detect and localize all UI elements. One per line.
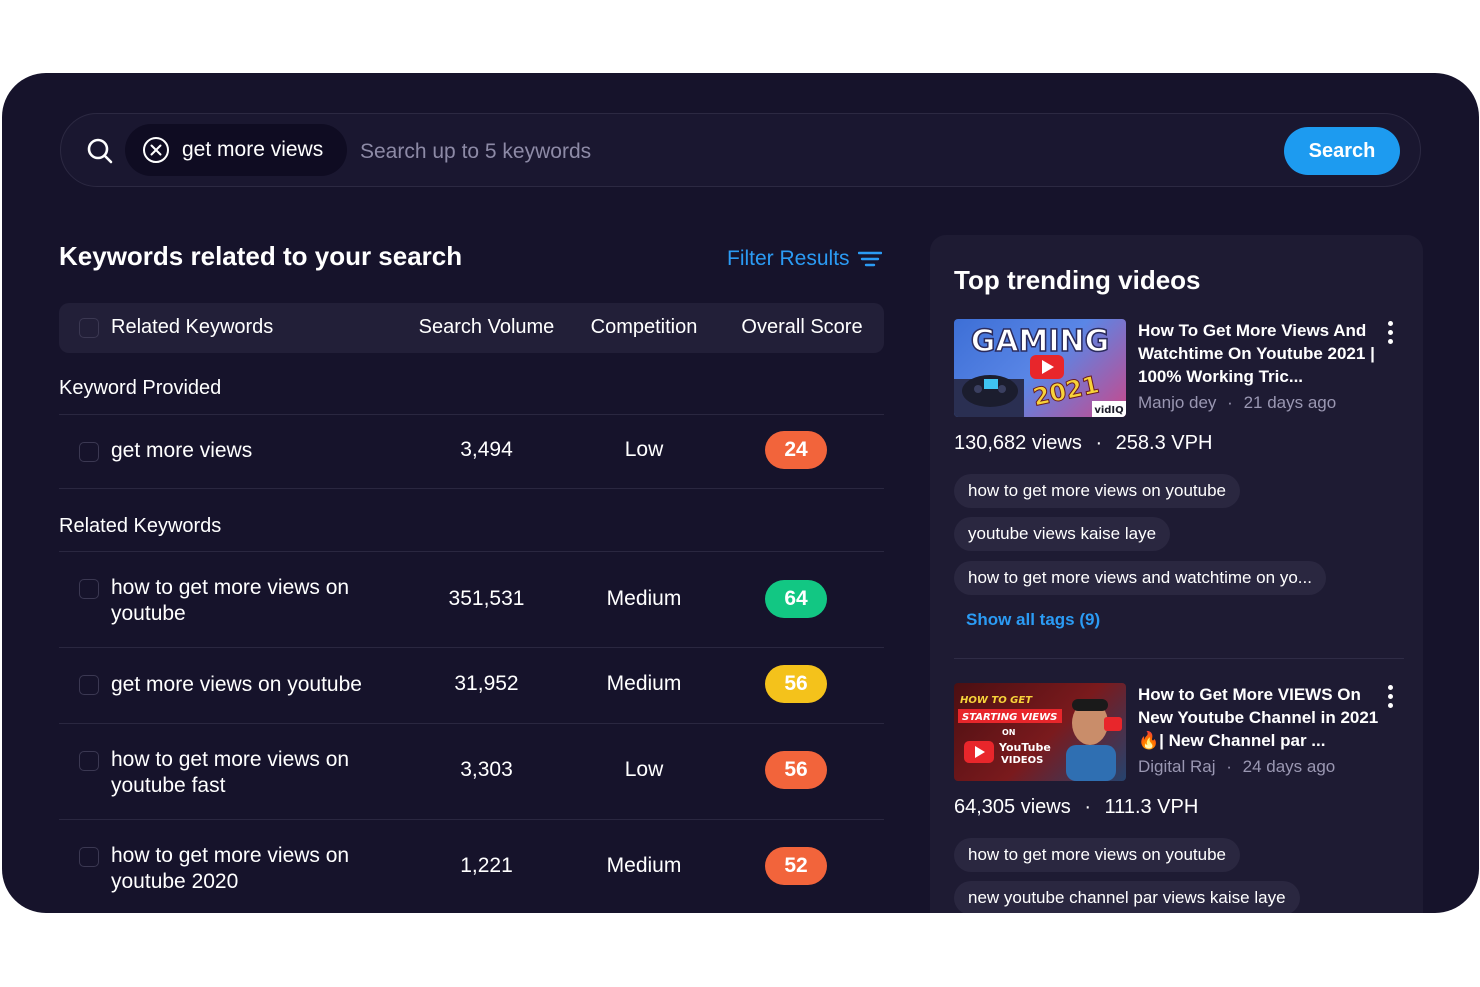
video-thumbnail[interactable]: GAMING 2021 vidIQ [954,319,1126,417]
thumb-line-2: STARTING VIEWS [962,712,1057,723]
video-tag[interactable]: how to get more views on youtube [954,838,1240,872]
video-age: 24 days ago [1242,757,1336,776]
video-meta: Digital Raj · 24 days ago [1138,757,1335,777]
video-vph: 111.3 VPH [1104,796,1199,818]
video-meta: Manjo dey · 21 days ago [1138,393,1336,413]
row-divider [59,488,884,489]
table-row: how to get more views on youtube 2020 1,… [59,819,884,913]
row-divider [59,723,884,724]
filter-icon [857,251,882,267]
video-views: 64,305 views [954,796,1071,818]
search-icon [87,138,113,164]
row-keyword: how to get more views on youtube fast [111,748,350,797]
keyword-chip: get more views [125,124,347,176]
row-competition: Medium [606,587,682,610]
row-competition: Low [624,438,664,461]
row-checkbox[interactable] [79,579,99,599]
keyword-provided-label: Keyword Provided [59,377,222,399]
stats-separator: · [1084,796,1091,818]
video-divider [954,658,1404,659]
thumb-line-4: YouTube [998,741,1051,754]
header-overall-score: Overall Score [741,316,863,338]
more-options-icon[interactable] [1386,685,1394,711]
keywords-section-title: Keywords related to your search [59,241,463,271]
row-divider [59,819,884,820]
row-competition: Medium [606,672,682,695]
gaming-thumbnail-art: GAMING 2021 vidIQ [954,323,1126,417]
table-row: how to get more views on youtube fast 3,… [59,723,884,819]
video-views: 130,682 views [954,432,1082,454]
video-age: 21 days ago [1243,393,1337,412]
thumb-line-1: HOW TO GET [960,695,1033,706]
search-bar: get more views Search [60,113,1421,187]
related-keywords-label: Related Keywords [59,515,222,537]
thumb-line-5: VIDEOS [1001,755,1043,766]
search-input[interactable] [358,134,1162,170]
row-divider [59,551,884,552]
keywords-table-header: Related Keywords Search Volume Competiti… [59,303,884,353]
vidiq-badge: vidIQ [1094,405,1123,416]
row-divider [59,414,884,415]
views-thumbnail-art: HOW TO GET STARTING VIEWS ON YouTube VID… [958,695,1122,781]
keyword-chip-label: get more views [182,138,324,161]
score-badge: 52 [765,847,827,885]
video-tag[interactable]: how to get more views and watchtime on y… [954,561,1326,595]
stats-separator: · [1095,432,1103,454]
row-search-volume: 3,494 [460,438,513,461]
video-stats: 130,682 views · 258.3 VPH [954,432,1212,455]
remove-keyword-icon[interactable] [142,136,170,164]
header-related-keywords: Related Keywords [111,316,274,338]
video-tag[interactable]: how to get more views on youtube [954,474,1240,508]
app-panel: get more views Search Keywords related t… [2,73,1479,913]
row-keyword: how to get more views on youtube [111,576,350,625]
row-checkbox[interactable] [79,675,99,695]
video-card: HOW TO GET STARTING VIEWS ON YouTube VID… [954,683,1404,913]
video-title[interactable]: How to Get More VIEWS On New Youtube Cha… [1138,683,1383,752]
row-search-volume: 351,531 [448,587,525,610]
table-row: how to get more views on youtube 351,531… [59,551,884,647]
row-search-volume: 3,303 [460,758,513,781]
video-tag[interactable]: youtube views kaise laye [954,517,1171,551]
row-search-volume: 1,221 [460,854,513,877]
score-badge: 56 [765,751,827,789]
row-checkbox[interactable] [79,847,99,867]
table-row: get more views 3,494 Low 24 [59,414,884,489]
row-divider [59,647,884,648]
video-vph: 258.3 VPH [1115,432,1213,454]
show-all-tags-link[interactable]: Show all tags (9) [966,610,1100,630]
score-badge: 64 [765,580,827,618]
row-keyword: how to get more views on youtube 2020 [111,844,350,893]
row-checkbox[interactable] [79,751,99,771]
trending-title: Top trending videos [954,265,1201,295]
thumb-title-text: GAMING [971,324,1110,359]
row-competition: Medium [606,854,682,877]
row-competition: Low [624,758,664,781]
row-keyword: get more views [111,439,253,462]
row-keyword: get more views on youtube [111,673,362,696]
score-badge: 56 [765,665,827,703]
video-channel: Manjo dey [1138,393,1217,412]
video-card: GAMING 2021 vidIQ How To Get More Views … [954,319,1404,639]
filter-results-button[interactable]: Filter Results [727,247,882,271]
score-badge: 24 [765,431,827,469]
trending-videos-panel: Top trending videos GAMING 2021 vidIQ Ho… [930,235,1423,913]
meta-separator: · [1227,393,1233,412]
video-channel: Digital Raj [1138,757,1216,776]
video-title[interactable]: How To Get More Views And Watchtime On Y… [1138,319,1383,388]
more-options-icon[interactable] [1386,321,1394,347]
row-checkbox[interactable] [79,442,99,462]
header-search-volume: Search Volume [418,316,555,338]
meta-separator: · [1226,757,1232,776]
video-stats: 64,305 views · 111.3 VPH [954,796,1198,819]
table-row: get more views on youtube 31,952 Medium … [59,647,884,723]
header-competition: Competition [590,316,698,338]
select-all-checkbox[interactable] [79,318,99,338]
video-thumbnail[interactable]: HOW TO GET STARTING VIEWS ON YouTube VID… [954,683,1126,781]
row-search-volume: 31,952 [454,672,519,695]
thumb-line-3: ON [1002,728,1016,737]
filter-results-label: Filter Results [727,247,850,270]
search-button[interactable]: Search [1284,127,1400,175]
video-tag[interactable]: new youtube channel par views kaise laye [954,881,1300,913]
